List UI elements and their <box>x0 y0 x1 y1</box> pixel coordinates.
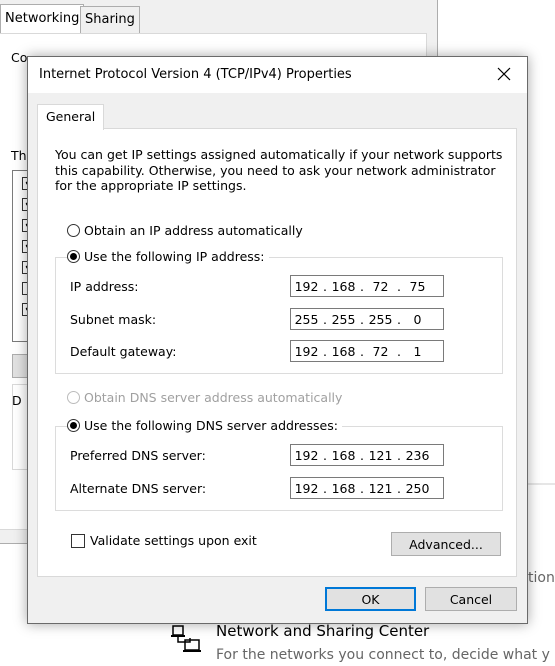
alternate-dns-label: Alternate DNS server: <box>70 481 207 496</box>
subnet-mask-input[interactable]: 255. 255. 255. 0 <box>290 308 444 330</box>
octet[interactable]: 121 <box>365 481 396 496</box>
octet[interactable]: 255 <box>365 312 396 327</box>
octet[interactable]: 168 <box>328 481 359 496</box>
octet[interactable]: 250 <box>402 481 433 496</box>
dns-manual-radio[interactable]: Use the following DNS server addresses: <box>67 418 342 433</box>
octet[interactable]: 192 <box>291 481 322 496</box>
octet[interactable]: 192 <box>291 279 322 294</box>
checkbox-box[interactable] <box>71 533 85 548</box>
title-bar[interactable]: Internet Protocol Version 4 (TCP/IPv4) P… <box>28 57 527 93</box>
intro-text: You can get IP settings assigned automat… <box>55 147 503 193</box>
dns-manual-label: Use the following DNS server addresses: <box>84 418 338 433</box>
octet[interactable]: 1 <box>402 344 433 359</box>
connect-using-label: Co <box>11 50 28 65</box>
link-description: For the networks you connect to, decide … <box>216 647 550 663</box>
ipv4-properties-dialog: Internet Protocol Version 4 (TCP/IPv4) P… <box>27 56 528 624</box>
settings-text-fragment: tion <box>528 570 555 586</box>
alternate-dns-input[interactable]: 192. 168. 121. 250 <box>290 477 444 499</box>
octet[interactable]: 255 <box>328 312 359 327</box>
link-title[interactable]: Network and Sharing Center <box>216 622 429 640</box>
items-label: Th <box>11 148 27 163</box>
octet[interactable]: 168 <box>328 344 359 359</box>
default-gateway-label: Default gateway: <box>70 344 177 359</box>
octet[interactable]: 72 <box>365 344 396 359</box>
radio-dot-checked <box>67 250 80 263</box>
tab-networking[interactable]: Networking <box>0 4 85 36</box>
ip-auto-label: Obtain an IP address automatically <box>84 223 303 238</box>
octet[interactable]: 192 <box>291 344 322 359</box>
cancel-button[interactable]: Cancel <box>425 587 517 611</box>
close-icon <box>497 67 511 84</box>
radio-dot <box>67 391 80 404</box>
ip-auto-radio[interactable]: Obtain an IP address automatically <box>67 223 303 238</box>
octet[interactable]: 75 <box>402 279 433 294</box>
default-gateway-input[interactable]: 192. 168. 72. 1 <box>290 340 444 362</box>
tab-general[interactable]: General <box>37 104 105 130</box>
ip-manual-label: Use the following IP address: <box>84 249 265 264</box>
preferred-dns-input[interactable]: 192. 168. 121. 236 <box>290 444 444 466</box>
network-sharing-center-link[interactable]: Network and Sharing Center For the netwo… <box>170 622 555 666</box>
dns-auto-label: Obtain DNS server address automatically <box>84 390 343 405</box>
validate-checkbox[interactable]: Validate settings upon exit <box>71 533 257 548</box>
close-button[interactable] <box>481 57 527 93</box>
subnet-mask-label: Subnet mask: <box>70 312 157 327</box>
octet[interactable]: 0 <box>402 312 433 327</box>
radio-dot-checked <box>67 419 80 432</box>
dns-auto-radio[interactable]: Obtain DNS server address automatically <box>67 390 342 405</box>
description-label: D <box>12 393 22 408</box>
octet[interactable]: 168 <box>328 279 359 294</box>
ip-manual-radio[interactable]: Use the following IP address: <box>67 249 269 264</box>
dialog-title: Internet Protocol Version 4 (TCP/IPv4) P… <box>39 67 352 82</box>
octet[interactable]: 192 <box>291 448 322 463</box>
radio-dot <box>67 224 80 237</box>
octet[interactable]: 121 <box>365 448 396 463</box>
tab-sharing[interactable]: Sharing <box>80 6 140 34</box>
ok-button[interactable]: OK <box>325 587 416 611</box>
octet[interactable]: 255 <box>291 312 322 327</box>
preferred-dns-label: Preferred DNS server: <box>70 448 206 463</box>
octet[interactable]: 168 <box>328 448 359 463</box>
octet[interactable]: 236 <box>402 448 433 463</box>
general-panel: You can get IP settings assigned automat… <box>37 128 517 577</box>
validate-label: Validate settings upon exit <box>90 533 257 548</box>
octet[interactable]: 72 <box>365 279 396 294</box>
advanced-button[interactable]: Advanced... <box>391 532 501 556</box>
ip-address-input[interactable]: 192. 168. 72. 75 <box>290 275 444 297</box>
ip-address-label: IP address: <box>70 279 139 294</box>
network-sharing-icon <box>170 624 202 654</box>
